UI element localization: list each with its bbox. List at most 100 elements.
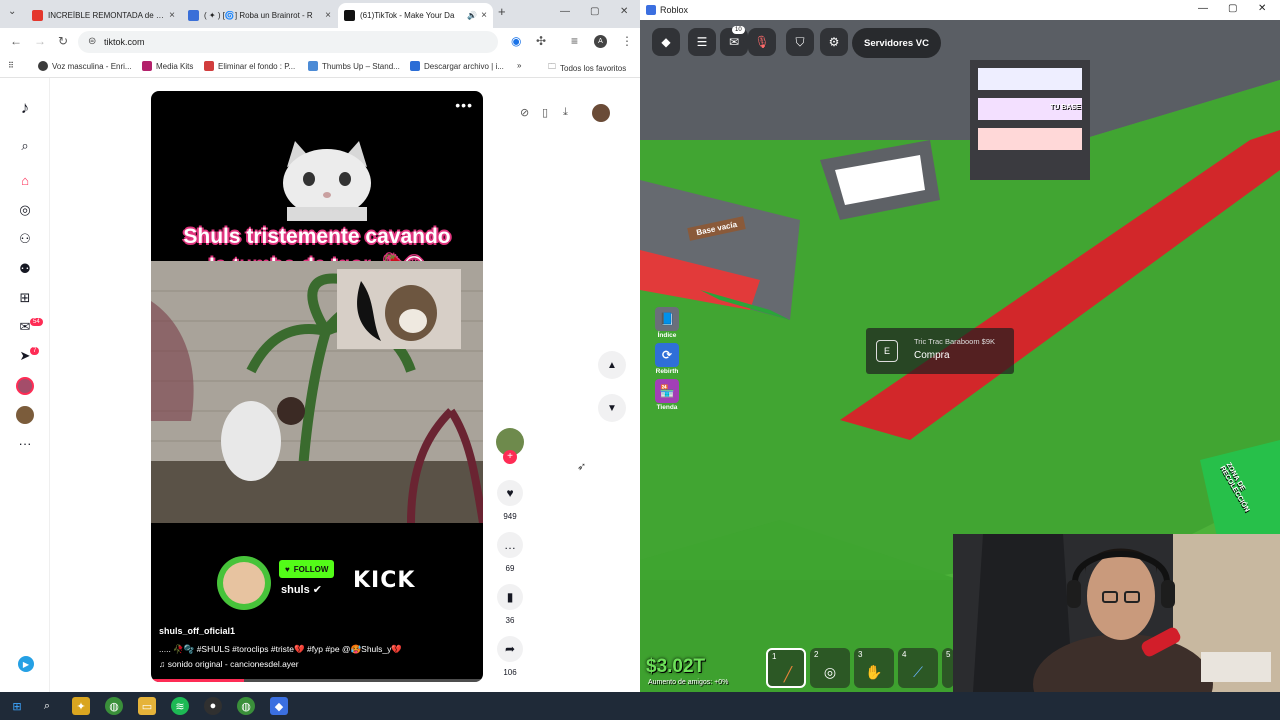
search-icon[interactable]: ⌕ [15, 136, 35, 156]
video-player[interactable]: ••• Shuls tristemente cavando la tumba d… [151, 91, 483, 682]
prompt-key[interactable]: E [876, 340, 898, 362]
close-window-button[interactable]: ✕ [620, 6, 628, 17]
bookmark-1[interactable]: Voz masculina - Enri... [38, 61, 132, 71]
extension-icon[interactable]: ◉ [511, 34, 521, 48]
friends-icon[interactable]: ⚉ [15, 259, 35, 279]
address-bar[interactable]: ⊜ tiktok.com [78, 31, 498, 53]
copilot-icon[interactable]: ✦ [72, 697, 90, 715]
user-avatar[interactable] [592, 104, 610, 122]
following-icon[interactable]: ⚇ [15, 229, 35, 249]
bookmark-4[interactable]: Thumbs Up – Stand... [308, 61, 400, 71]
apps-icon[interactable]: ⠿ [8, 61, 14, 70]
puzzle-icon[interactable]: ✣ [536, 34, 546, 48]
tab-roblox[interactable]: ( ✦ ) [🌀] Roba un Brainrot - R × [182, 3, 337, 28]
profile-avatar[interactable]: A [594, 35, 607, 48]
menu-dots-icon[interactable]: ⋮ [621, 34, 633, 48]
backpack-button[interactable]: ⛉ [786, 28, 814, 56]
close-icon[interactable]: × [169, 10, 175, 21]
maximize-button[interactable]: ▢ [590, 6, 599, 17]
index-button[interactable]: 📘 Índice [650, 306, 684, 342]
gear-icon: ⚙ [828, 35, 840, 49]
spotify-icon[interactable]: ≋ [171, 697, 189, 715]
hotbar-slot-3[interactable]: 3 ✋ [854, 648, 894, 688]
hotbar-slot-2[interactable]: 2 ◎ [810, 648, 850, 688]
hotbar-slot-4[interactable]: 4 ⟋ [898, 648, 938, 688]
bookmark-5[interactable]: Descargar archivo | i... [410, 61, 504, 71]
game-viewport[interactable]: Base vacía TU BASE ZONA DE RECOLECCIÓN ◆… [640, 20, 1280, 692]
bookmark-3[interactable]: Eliminar el fondo : P... [204, 61, 295, 71]
purchase-prompt[interactable]: E Tric Trac Baraboom $9K Compra [866, 328, 1014, 374]
more-icon[interactable]: ··· [15, 433, 35, 453]
follow-plus-icon[interactable]: + [503, 450, 517, 464]
home-icon[interactable]: ⌂ [15, 170, 35, 190]
maximize-button[interactable]: ▢ [1228, 3, 1237, 14]
next-video-button[interactable]: ▼ [598, 394, 626, 422]
tab-youtube[interactable]: INCREÍBLE REMONTADA de JUE × [26, 3, 181, 28]
heart-icon: ♥ [285, 564, 290, 574]
reload-icon[interactable]: ↻ [58, 34, 68, 48]
bookmark-label: Descargar archivo | i... [424, 61, 504, 71]
get-app-icon[interactable]: ▶ [18, 656, 34, 672]
roblox-menu-button[interactable]: ◆ [652, 28, 680, 56]
windows-start-icon[interactable]: ⊞ [8, 697, 26, 715]
video-author[interactable]: shuls_off_oficial1 [159, 626, 235, 636]
tab-search-icon[interactable]: ⌄ [8, 6, 16, 17]
bookmark-2[interactable]: Media Kits [142, 61, 193, 71]
tab-tiktok[interactable]: (61)TikTok - Make Your Da 🔊 × [338, 3, 493, 28]
upload-icon[interactable]: ⊞ [15, 288, 35, 308]
back-icon[interactable]: ← [10, 34, 22, 48]
tiktok-logo-icon[interactable]: ♪ [15, 98, 35, 118]
download-icon[interactable]: ⤓ [563, 106, 568, 119]
obs-icon[interactable]: ● [204, 697, 222, 715]
forward-icon[interactable]: → [34, 34, 46, 48]
previous-video-button[interactable]: ▲ [598, 351, 626, 379]
close-icon[interactable]: × [325, 10, 331, 21]
like-button[interactable]: ♥ 949 [494, 480, 526, 521]
mic-button[interactable]: 🎙 [748, 28, 776, 56]
rebirth-button[interactable]: ⟳ Rebirth [650, 342, 684, 378]
slot-number: 2 [814, 650, 819, 659]
search-icon[interactable]: ⌕ [38, 697, 56, 715]
hamburger-menu-button[interactable]: ☰ [688, 28, 716, 56]
bat-icon: ╱ [783, 665, 793, 682]
creator-avatar-button[interactable]: + [494, 428, 526, 464]
hotbar-slot-1[interactable]: 1 ╱ [766, 648, 806, 688]
site-info-icon[interactable]: ⊜ [88, 36, 96, 47]
file-explorer-icon[interactable]: ▭ [138, 697, 156, 715]
minimize-button[interactable]: — [1198, 3, 1208, 14]
settings-button[interactable]: ⚙ [820, 28, 848, 56]
close-icon[interactable]: × [481, 10, 487, 21]
explore-icon[interactable]: ◎ [15, 200, 35, 220]
all-bookmarks[interactable]: 🗀 Todos los favoritos [548, 61, 626, 75]
chevron-up-icon: ▲ [607, 359, 617, 371]
roblox-icon[interactable]: ◆ [270, 697, 288, 715]
more-options-icon[interactable]: ••• [455, 97, 473, 113]
video-sound[interactable]: ♫ sonido original - cancionesdel.ayer [159, 659, 299, 669]
autoscroll-icon[interactable]: ⊘ [520, 106, 529, 119]
speaker-icon[interactable]: 🔊 [467, 11, 477, 20]
servers-vc-button[interactable]: Servidores VC [852, 28, 941, 58]
close-window-button[interactable]: ✕ [1258, 3, 1266, 14]
minimize-button[interactable]: — [560, 6, 570, 17]
chevron-down-icon: ▼ [607, 402, 617, 414]
live-avatar[interactable] [15, 376, 35, 396]
window-title: Roblox [660, 5, 689, 15]
new-tab-button[interactable]: + [498, 4, 506, 19]
bookmark-icon [308, 61, 318, 71]
folder-icon: 🗀 [548, 62, 556, 71]
save-button[interactable]: ▮ 36 [494, 584, 526, 625]
tab-strip: ⌄ INCREÍBLE REMONTADA de JUE × ( ✦ ) [🌀]… [0, 0, 640, 28]
comment-button[interactable]: … 69 [494, 532, 526, 573]
chrome-icon[interactable]: ◍ [105, 697, 123, 715]
video-description: ..... 🥀🫧 #SHULS #toroclips #triste💔 #fyp… [159, 644, 402, 654]
chrome-profile-icon[interactable]: ◍ [237, 697, 255, 715]
media-icon[interactable]: ≡ [571, 34, 578, 48]
mobile-icon[interactable]: ▯ [542, 106, 548, 119]
more-bookmarks-icon[interactable]: » [517, 61, 521, 70]
share-button[interactable]: ➦ 106 [494, 636, 526, 677]
slot-number: 4 [902, 650, 907, 659]
video-progress-bar[interactable] [151, 679, 483, 682]
streamer-name: shuls ✔ [281, 584, 323, 596]
profile-avatar[interactable] [15, 405, 35, 425]
shop-button[interactable]: 🏪 Tienda [650, 378, 684, 414]
